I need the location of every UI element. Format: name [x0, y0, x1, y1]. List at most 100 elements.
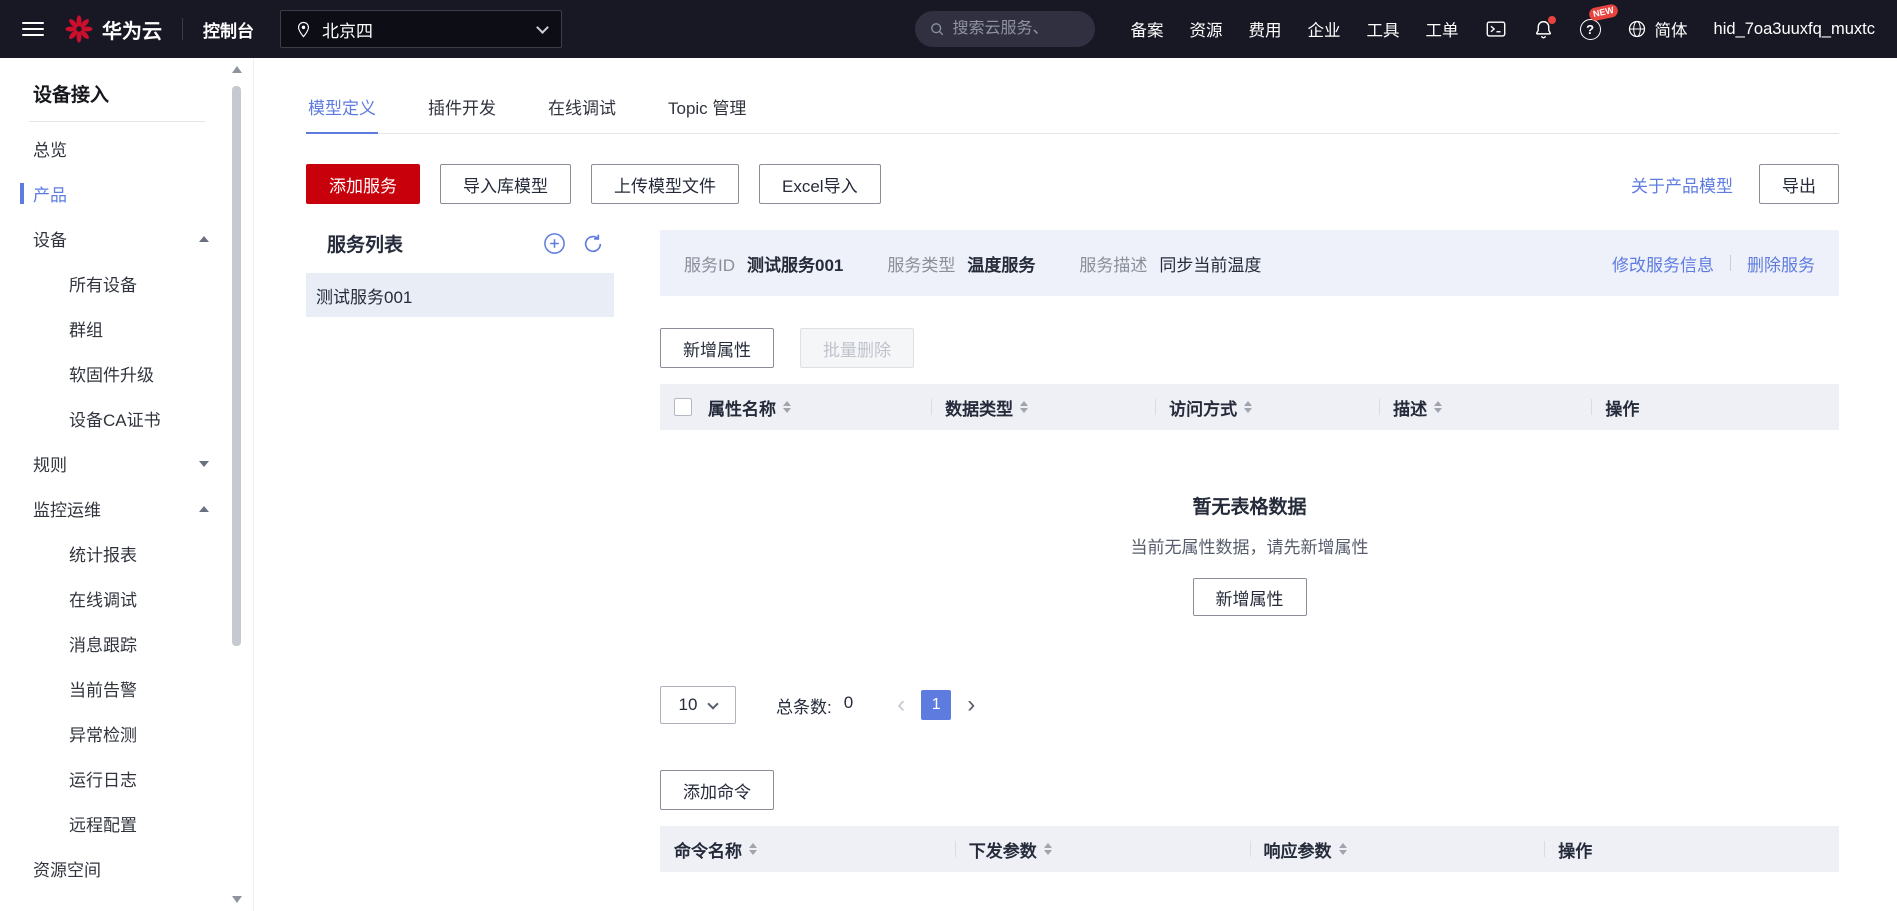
account-username[interactable]: hid_7oa3uuxfq_muxtc [1714, 20, 1875, 39]
hamburger-menu-icon[interactable] [22, 22, 44, 36]
toolbar: 添加服务 导入库模型 上传模型文件 Excel导入 关于产品模型 导出 [306, 164, 1839, 204]
notification-dot [1547, 15, 1556, 24]
sidebar-group-devices[interactable]: 设备 [0, 216, 253, 261]
prev-page-button[interactable]: ‹ [897, 693, 905, 717]
globe-icon [1628, 20, 1645, 38]
sort-icon[interactable] [783, 401, 791, 413]
add-property-button[interactable]: 新增属性 [660, 328, 774, 368]
delete-service-link[interactable]: 删除服务 [1747, 251, 1815, 276]
nav-item-tickets[interactable]: 工单 [1426, 17, 1459, 41]
sidebar-scrollbar[interactable] [229, 58, 244, 911]
tab-model-definition[interactable]: 模型定义 [306, 84, 378, 134]
chevron-down-icon [707, 697, 720, 710]
sidebar-item-remote-config[interactable]: 远程配置 [0, 801, 253, 846]
column-header-command-name[interactable]: 命令名称 [660, 826, 955, 872]
divider [182, 18, 183, 40]
sidebar-item-statistics-reports[interactable]: 统计报表 [0, 531, 253, 576]
page-size-select[interactable]: 10 [660, 686, 736, 724]
sort-icon[interactable] [1043, 843, 1052, 855]
navbar-right: 备案 资源 费用 企业 工具 工单 ? NEW 简体 hid_7oa3uuxfq… [1131, 2, 1875, 41]
nav-item-beian[interactable]: 备案 [1131, 17, 1164, 41]
nav-item-enterprise[interactable]: 企业 [1308, 17, 1341, 41]
sidebar-item-products[interactable]: 产品 [0, 171, 253, 216]
sidebar-item-overview[interactable]: 总览 [0, 126, 253, 171]
column-header-response-params[interactable]: 响应参数 [1249, 826, 1545, 872]
search-input[interactable] [952, 20, 1071, 38]
sort-icon[interactable] [749, 843, 757, 855]
cli-terminal-icon[interactable] [1485, 18, 1507, 40]
service-desc-label: 服务描述 [1079, 255, 1148, 275]
sort-icon[interactable] [1020, 401, 1029, 413]
region-label: 北京四 [322, 21, 373, 41]
service-type-value: 温度服务 [967, 255, 1036, 275]
sort-icon[interactable] [1338, 843, 1347, 855]
batch-delete-button[interactable]: 批量删除 [800, 328, 914, 368]
command-table-header: 命令名称 下发参数 响应参数 操作 [660, 826, 1839, 872]
sort-icon[interactable] [1434, 401, 1443, 413]
add-command-button[interactable]: 添加命令 [660, 770, 774, 810]
sidebar-group-rules[interactable]: 规则 [0, 441, 253, 486]
scrollbar-up-arrow-icon[interactable] [232, 66, 242, 73]
help-icon[interactable]: ? NEW [1579, 2, 1619, 40]
tab-plugin-development[interactable]: 插件开发 [426, 84, 498, 133]
excel-import-button[interactable]: Excel导入 [759, 164, 881, 204]
brand-logo[interactable]: 华为云 [64, 14, 162, 44]
sidebar-item-current-alarms[interactable]: 当前告警 [0, 666, 253, 711]
scrollbar-thumb[interactable] [232, 86, 241, 646]
region-selector[interactable]: 北京四 [280, 10, 562, 48]
column-header-data-type[interactable]: 数据类型 [931, 384, 1155, 430]
current-page-button[interactable]: 1 [921, 690, 952, 720]
column-header-property-name[interactable]: 属性名称 [660, 384, 931, 430]
add-service-button[interactable]: 添加服务 [306, 164, 420, 204]
sidebar-item-run-logs[interactable]: 运行日志 [0, 756, 253, 801]
add-service-plus-icon[interactable] [543, 232, 566, 255]
upload-model-file-button[interactable]: 上传模型文件 [591, 164, 739, 204]
refresh-icon[interactable] [582, 233, 604, 255]
column-header-description[interactable]: 描述 [1379, 384, 1591, 430]
tab-online-debug[interactable]: 在线调试 [546, 84, 618, 133]
sidebar-group-monitoring-om[interactable]: 监控运维 [0, 486, 253, 531]
total-count-value: 0 [843, 692, 854, 712]
service-desc-value: 同步当前温度 [1159, 255, 1262, 275]
sidebar-item-anomaly-detection[interactable]: 异常检测 [0, 711, 253, 756]
service-list-panel: 服务列表 测试服务001 [306, 230, 614, 872]
export-button[interactable]: 导出 [1759, 164, 1839, 204]
nav-item-billing[interactable]: 费用 [1249, 17, 1282, 41]
language-selector[interactable]: 简体 [1627, 17, 1688, 41]
sort-icon[interactable] [1244, 401, 1253, 413]
sidebar-item-message-trace[interactable]: 消息跟踪 [0, 621, 253, 666]
next-page-button[interactable]: › [967, 693, 975, 717]
sidebar-title: 设备接入 [33, 85, 110, 106]
main-content: 模型定义 插件开发 在线调试 Topic 管理 添加服务 导入库模型 上传模型文… [254, 58, 1897, 911]
sidebar-nav: 总览 产品 设备 所有设备 群组 软固件升级 设备CA证书 规则 监控运维 统计… [0, 126, 253, 891]
search-box[interactable] [914, 11, 1095, 47]
brand-name: 华为云 [102, 20, 162, 43]
sidebar-item-firmware-upgrade[interactable]: 软固件升级 [0, 351, 253, 396]
edit-service-link[interactable]: 修改服务信息 [1612, 251, 1714, 276]
property-table-header: 属性名称 数据类型 访问方式 描述 操作 [660, 384, 1839, 430]
service-list-item[interactable]: 测试服务001 [306, 273, 614, 317]
sidebar-item-online-debug[interactable]: 在线调试 [0, 576, 253, 621]
sidebar-item-groups[interactable]: 群组 [0, 306, 253, 351]
select-all-checkbox[interactable] [674, 398, 692, 416]
active-indicator [20, 183, 24, 204]
sidebar-item-all-devices[interactable]: 所有设备 [0, 261, 253, 306]
empty-add-property-button[interactable]: 新增属性 [1192, 578, 1307, 616]
service-type-label: 服务类型 [887, 255, 956, 275]
about-product-model-link[interactable]: 关于产品模型 [1631, 172, 1733, 197]
pagination: 10 总条数: 0 ‹ 1 › [660, 686, 1839, 724]
import-library-model-button[interactable]: 导入库模型 [440, 164, 571, 204]
notifications-bell-icon[interactable] [1533, 15, 1556, 40]
nav-item-tools[interactable]: 工具 [1367, 17, 1400, 41]
sidebar-item-device-ca-cert[interactable]: 设备CA证书 [0, 396, 253, 441]
column-header-access-mode[interactable]: 访问方式 [1155, 384, 1379, 430]
column-header-delivery-params[interactable]: 下发参数 [954, 826, 1250, 872]
chevron-down-icon [199, 460, 209, 467]
tab-topic-management[interactable]: Topic 管理 [666, 84, 748, 133]
sidebar-item-resource-space[interactable]: 资源空间 [0, 846, 253, 891]
new-badge: NEW [1587, 2, 1619, 22]
nav-item-resources[interactable]: 资源 [1190, 17, 1223, 41]
scrollbar-down-arrow-icon[interactable] [232, 896, 242, 903]
service-list-title: 服务列表 [327, 235, 404, 256]
console-link[interactable]: 控制台 [203, 17, 254, 42]
